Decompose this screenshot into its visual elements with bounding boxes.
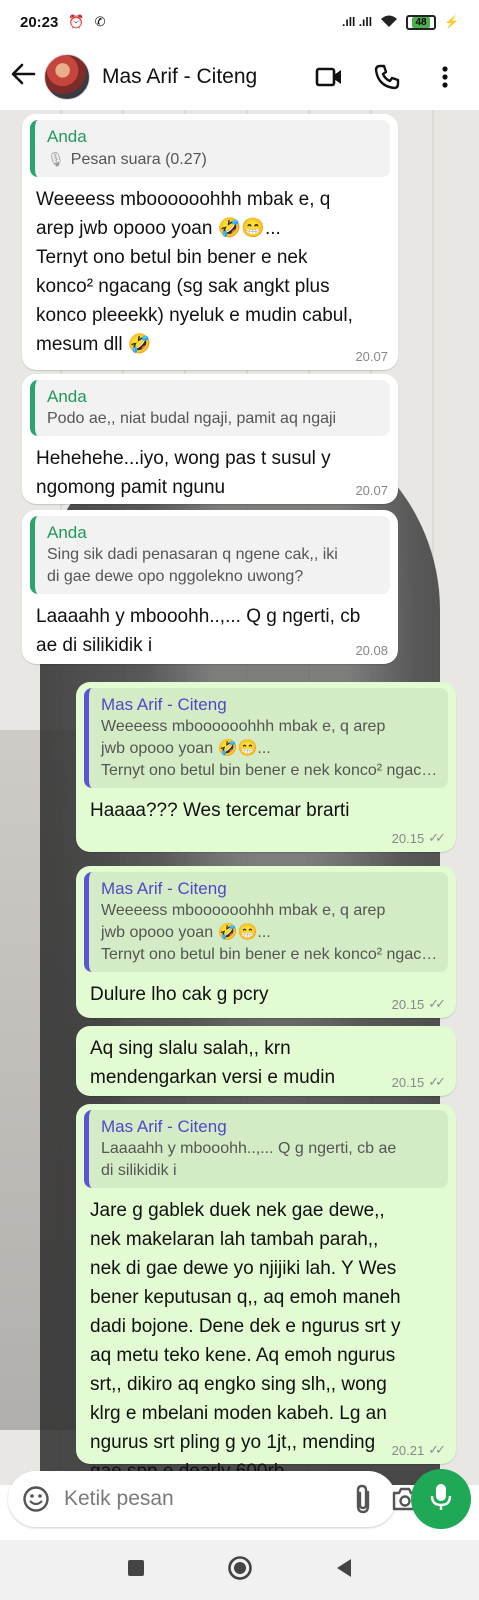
message-bubble-outgoing[interactable]: Mas Arif - Citeng Laaaahh y mbooohh..,..… <box>76 1104 456 1482</box>
quote-author: Anda <box>47 387 87 406</box>
back-arrow-icon[interactable] <box>10 61 38 94</box>
recents-button-icon[interactable] <box>127 1559 145 1582</box>
message-meta: 20.07 <box>355 483 388 498</box>
attachment-icon[interactable] <box>353 1484 373 1514</box>
video-call-icon[interactable] <box>315 63 343 91</box>
message-meta: 20.15 ✓✓ <box>392 1074 446 1090</box>
status-bar: 20:23 ⏰ ✆ .ıll .ıll 48 ⚡ <box>0 0 479 44</box>
quote-author: Anda <box>47 523 87 542</box>
message-composer <box>8 1471 418 1527</box>
message-meta: 20.08 <box>355 643 388 658</box>
quote-text: Laaaahh y mbooohh..,... Q g ngerti, cb a… <box>101 1140 397 1179</box>
read-receipt-icon: ✓✓ <box>428 1074 446 1089</box>
more-options-icon[interactable] <box>431 63 459 91</box>
read-receipt-icon: ✓✓ <box>428 830 446 845</box>
read-receipt-icon: ✓✓ <box>428 1442 446 1457</box>
status-time: 20:23 <box>20 13 59 31</box>
message-meta: 20.15 ✓✓ <box>392 830 446 846</box>
alarm-icon: ⏰ <box>68 14 85 29</box>
quoted-message[interactable]: Anda Sing sik dadi penasaran q ngene cak… <box>30 516 390 594</box>
message-time: 20.07 <box>355 483 388 498</box>
quoted-message[interactable]: Anda 🎙 Pesan suara (0.27) <box>30 120 390 177</box>
quoted-message[interactable]: Mas Arif - Citeng Weeeess mboooooohhh mb… <box>84 688 448 788</box>
emoji-icon[interactable] <box>22 1484 50 1514</box>
battery-level: 48 <box>412 16 430 28</box>
battery-icon: 48 <box>406 14 437 30</box>
contact-name[interactable]: Mas Arif - Citeng <box>102 65 257 89</box>
message-bubble-incoming[interactable]: Anda Podo ae,, niat budal ngaji, pamit a… <box>22 374 398 504</box>
message-bubble-outgoing[interactable]: Aq sing slalu salah,, krn mendengarkan v… <box>76 1026 456 1096</box>
quoted-message[interactable]: Anda Podo ae,, niat budal ngaji, pamit a… <box>30 380 390 436</box>
whatsapp-notification-icon: ✆ <box>94 14 106 29</box>
quote-text: Sing sik dadi penasaran q ngene cak,, ik… <box>47 546 338 585</box>
message-text: Weeeess mboooooohhh mbak e, q arep jwb o… <box>36 189 353 355</box>
quote-author: Mas Arif - Citeng <box>101 1117 227 1136</box>
phone-call-icon[interactable] <box>373 63 401 91</box>
quote-author: Mas Arif - Citeng <box>101 695 227 714</box>
message-text: Hehehehe...iyo, wong pas t susul y ngomo… <box>36 448 331 498</box>
avatar[interactable] <box>44 54 90 100</box>
chat-header: Mas Arif - Citeng <box>0 44 479 110</box>
wifi-icon <box>380 14 398 31</box>
chat-area[interactable]: Anda 🎙 Pesan suara (0.27) Weeeess mbooooo… <box>0 110 479 1485</box>
message-text: Haaaa??? Wes tercemar brarti <box>90 800 350 821</box>
message-time: 20.21 <box>391 1442 425 1458</box>
system-nav-bar <box>0 1540 479 1600</box>
quote-author: Mas Arif - Citeng <box>101 879 227 898</box>
message-time: 20.08 <box>355 643 388 658</box>
message-time: 20.15 <box>391 996 425 1012</box>
quoted-message[interactable]: Mas Arif - Citeng Laaaahh y mbooohh..,..… <box>84 1110 448 1188</box>
quote-text-truncated: Ternyt ono betul bin bener e nek konco² … <box>101 946 438 963</box>
message-text: Jare g gablek duek nek gae dewe,, nek ma… <box>90 1200 401 1482</box>
quote-text: Weeeess mboooooohhh mbak e, q arep jwb o… <box>101 718 386 757</box>
back-button-icon[interactable] <box>335 1558 353 1583</box>
message-input[interactable] <box>64 1487 335 1511</box>
home-button-icon[interactable] <box>227 1555 253 1586</box>
message-bubble-outgoing[interactable]: Mas Arif - Citeng Weeeess mboooooohhh mb… <box>76 866 456 1018</box>
message-bubble-outgoing[interactable]: Mas Arif - Citeng Weeeess mboooooohhh mb… <box>76 682 456 852</box>
signal-icon: .ıll .ıll <box>342 15 373 29</box>
message-meta: 20.07 <box>355 349 388 364</box>
quote-author: Anda <box>47 127 87 146</box>
quote-text: Weeeess mboooooohhh mbak e, q arep jwb o… <box>101 902 386 941</box>
quote-text-truncated: Ternyt ono betul bin bener e nek konco² … <box>101 762 438 779</box>
message-bubble-incoming[interactable]: Anda Sing sik dadi penasaran q ngene cak… <box>22 510 398 664</box>
quote-text: Pesan suara (0.27) <box>70 151 207 168</box>
message-time: 20.15 <box>391 1074 425 1090</box>
message-time: 20.15 <box>391 830 425 846</box>
read-receipt-icon: ✓✓ <box>428 996 446 1011</box>
voice-record-button[interactable] <box>411 1469 471 1529</box>
quoted-message[interactable]: Mas Arif - Citeng Weeeess mboooooohhh mb… <box>84 872 448 972</box>
message-bubble-incoming[interactable]: Anda 🎙 Pesan suara (0.27) Weeeess mbooooo… <box>22 114 398 370</box>
charging-icon: ⚡ <box>444 15 459 29</box>
message-time: 20.07 <box>355 349 388 364</box>
quote-text: Podo ae,, niat budal ngaji, pamit aq nga… <box>47 410 337 427</box>
mic-icon <box>430 1482 452 1517</box>
mic-icon: 🎙 <box>47 151 65 167</box>
message-meta: 20.21 ✓✓ <box>392 1442 446 1458</box>
message-text: Laaaahh y mbooohh..,... Q g ngerti, cb a… <box>36 606 361 656</box>
message-meta: 20.15 ✓✓ <box>392 996 446 1012</box>
